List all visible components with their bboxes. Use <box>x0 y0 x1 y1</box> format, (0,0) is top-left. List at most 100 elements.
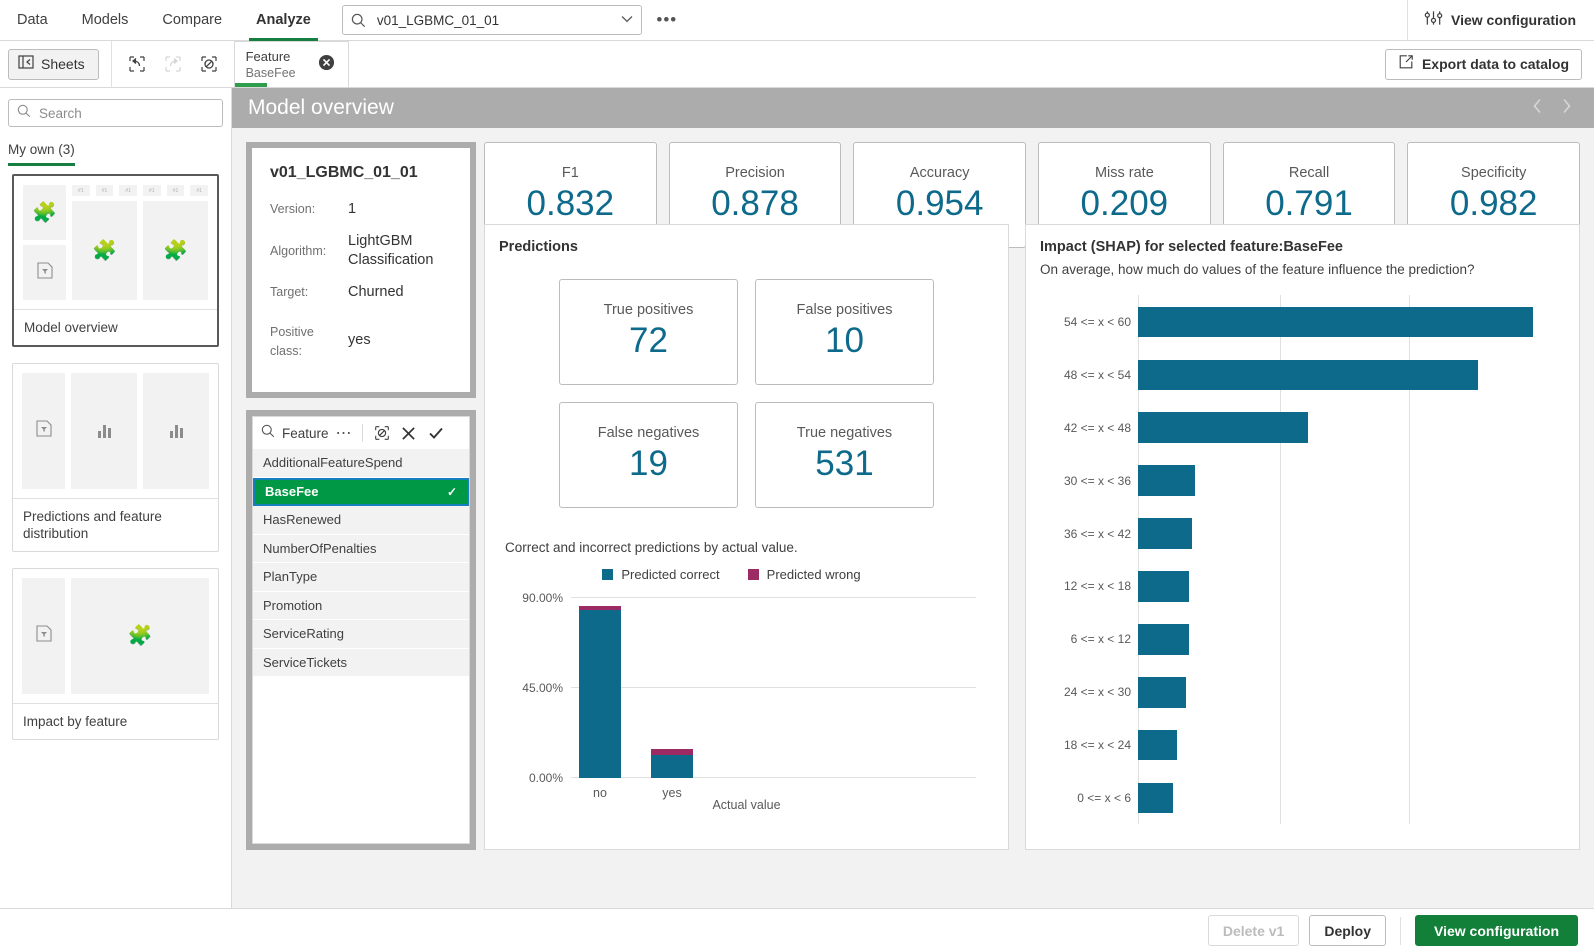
tab-compare-label: Compare <box>162 12 222 28</box>
chevron-right-icon[interactable] <box>1561 98 1572 119</box>
clear-selections-icon[interactable] <box>372 423 392 443</box>
search-icon[interactable] <box>261 424 275 443</box>
active-selection-value: BaseFee <box>246 65 296 81</box>
chart-row: 54 <= x < 60 <box>1138 295 1549 348</box>
model-info-row: Positive class: yes <box>270 315 452 361</box>
model-info-row: Algorithm: LightGBM Classification <box>270 232 452 270</box>
sheets-sidebar: Search My own (3) 🧩 <box>0 88 232 952</box>
y-axis-tick-label: 45.00% <box>522 681 563 695</box>
model-search-select[interactable]: v01_LGBMC_01_01 <box>342 5 642 35</box>
thumb-puzzle-cell: 🧩 <box>23 185 66 240</box>
chart-bar[interactable] <box>651 749 693 778</box>
sheet-title-bar: Model overview <box>232 88 1594 128</box>
metric-label: Accuracy <box>910 165 970 181</box>
divider <box>362 424 363 442</box>
ellipsis-icon[interactable]: ⋯ <box>336 423 353 443</box>
cancel-selection-icon[interactable] <box>399 423 419 443</box>
chart-bar[interactable] <box>1138 360 1478 391</box>
chart-bar[interactable] <box>1138 571 1189 602</box>
chevron-left-icon[interactable] <box>1532 98 1543 119</box>
prediction-bar-chart[interactable]: 0.00%45.00%90.00%noyes Actual value <box>485 588 1008 818</box>
bar-chart-icon <box>170 424 183 438</box>
legend-item[interactable]: Predicted correct <box>602 567 719 582</box>
feature-item-selected[interactable]: BaseFee✓ <box>253 478 469 507</box>
chart-row: 42 <= x < 48 <box>1138 401 1549 454</box>
feature-filter-panel-selected[interactable]: Feature ⋯ <box>246 410 476 850</box>
chart-bar[interactable] <box>1138 677 1186 708</box>
model-info-panel-selected[interactable]: v01_LGBMC_01_01 Version: 1 Algorithm: Li… <box>246 142 476 398</box>
tab-models[interactable]: Models <box>65 0 146 41</box>
chart-bar[interactable] <box>1138 307 1533 338</box>
chart-bar[interactable] <box>579 606 621 778</box>
feature-item[interactable]: HasRenewed <box>253 506 469 535</box>
sheets-button[interactable]: Sheets <box>8 49 99 80</box>
thumb-column-left: 🧩 <box>23 185 66 300</box>
feature-filter-header: Feature ⋯ <box>253 417 469 449</box>
main-tabs: Data Models Compare Analyze <box>0 0 328 41</box>
confusion-cell-label: True negatives <box>797 425 892 441</box>
thumb-kpi-chip: #1 <box>167 185 185 196</box>
confusion-cell[interactable]: True negatives531 <box>755 402 934 508</box>
feature-item[interactable]: PlanType <box>253 563 469 592</box>
chart-bar[interactable] <box>1138 783 1173 814</box>
model-info-key: Positive class: <box>270 315 348 361</box>
view-configuration-button[interactable]: View configuration <box>1415 915 1578 946</box>
tab-data[interactable]: Data <box>0 0 65 41</box>
tab-models-label: Models <box>82 12 129 28</box>
sheet-card-impact-by-feature[interactable]: 🧩 Impact by feature <box>12 568 219 740</box>
deploy-button[interactable]: Deploy <box>1309 915 1386 946</box>
step-back-icon[interactable] <box>124 51 150 77</box>
tab-analyze[interactable]: Analyze <box>239 0 328 41</box>
confusion-cell[interactable]: False positives10 <box>755 279 934 385</box>
legend-item[interactable]: Predicted wrong <box>748 567 861 582</box>
thumb-column-mid: #1 #1 #1 🧩 <box>72 185 137 300</box>
chart-bar[interactable] <box>1138 465 1195 496</box>
sheet-card-model-overview[interactable]: 🧩 #1 #1 #1 <box>12 174 219 347</box>
predictions-panel[interactable]: Predictions True positives72False positi… <box>484 224 1009 850</box>
more-options-button[interactable]: ••• <box>654 7 680 33</box>
export-data-button[interactable]: Export data to catalog <box>1385 49 1582 80</box>
confirm-selection-icon[interactable] <box>426 423 446 443</box>
feature-item-label: ServiceTickets <box>263 655 347 670</box>
feature-item[interactable]: Promotion <box>253 592 469 621</box>
close-icon[interactable] <box>318 54 335 76</box>
y-axis-tick-label: 54 <= x < 60 <box>1064 315 1131 329</box>
sidebar-search-input[interactable]: Search <box>8 99 223 127</box>
puzzle-icon: 🧩 <box>32 203 57 223</box>
feature-item[interactable]: AdditionalFeatureSpend <box>253 449 469 478</box>
shap-bar-chart[interactable]: 54 <= x < 6048 <= x < 5442 <= x < 4830 <… <box>1026 291 1579 836</box>
feature-item[interactable]: NumberOfPenalties <box>253 535 469 564</box>
confusion-cell[interactable]: True positives72 <box>559 279 738 385</box>
thumb-kpi-chip: #1 <box>96 185 114 196</box>
chart-row-inner: 36 <= x < 42 <box>1138 518 1549 549</box>
confusion-cell[interactable]: False negatives19 <box>559 402 738 508</box>
sheet-navigation <box>1532 98 1578 119</box>
chart-bar[interactable] <box>1138 624 1189 655</box>
feature-item[interactable]: ServiceRating <box>253 620 469 649</box>
confusion-matrix-grid: True positives72False positives10False n… <box>485 255 1008 508</box>
chart-bar[interactable] <box>1138 412 1308 443</box>
sheet-card-predictions-and-feature-distribution[interactable]: Predictions and feature distribution <box>12 363 219 552</box>
prediction-chart-title: Correct and incorrect predictions by act… <box>485 508 1008 555</box>
sidebar-tab-my-own[interactable]: My own (3) <box>8 139 79 166</box>
confusion-cell-value: 72 <box>629 320 668 362</box>
search-icon <box>17 104 31 123</box>
metric-kpi-strip: F10.832Precision0.878Accuracy0.954Miss r… <box>484 142 1580 212</box>
step-forward-icon[interactable] <box>160 51 186 77</box>
clear-selections-icon[interactable] <box>196 51 222 77</box>
tab-data-label: Data <box>17 12 48 28</box>
delete-version-button[interactable]: Delete v1 <box>1208 915 1299 946</box>
thumb-puzzle-cell: 🧩 <box>71 578 209 694</box>
active-selection-field: Feature <box>246 49 296 65</box>
chart-row-inner: 12 <= x < 18 <box>1138 571 1549 602</box>
shap-impact-panel[interactable]: Impact (SHAP) for selected feature:BaseF… <box>1025 224 1580 850</box>
chart-bar[interactable] <box>1138 730 1177 761</box>
thumb-panel: 🧩 <box>143 201 208 300</box>
chart-bar[interactable] <box>1138 518 1192 549</box>
feature-item[interactable]: ServiceTickets <box>253 649 469 678</box>
tab-compare[interactable]: Compare <box>145 0 239 41</box>
active-selection-chip[interactable]: Feature BaseFee <box>234 41 349 87</box>
confusion-cell-value: 19 <box>629 443 668 485</box>
view-configuration-link[interactable]: View configuration <box>1407 0 1594 41</box>
chevron-down-icon[interactable] <box>621 14 633 26</box>
